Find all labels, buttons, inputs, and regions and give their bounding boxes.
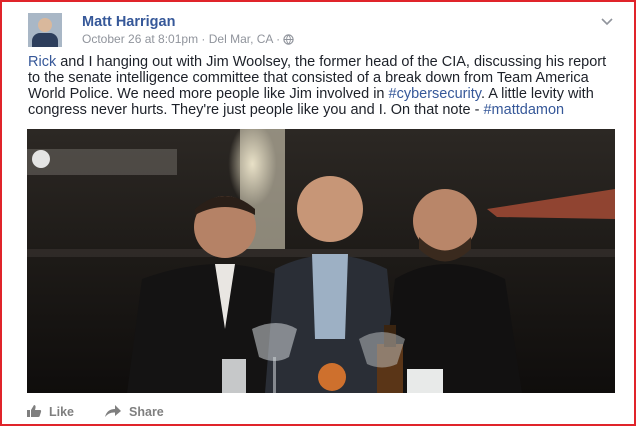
hashtag-link[interactable]: #cybersecurity xyxy=(389,86,481,102)
mention-link[interactable]: Rick xyxy=(28,54,56,70)
globe-icon xyxy=(283,34,295,48)
like-label: Like xyxy=(49,405,75,419)
post-photo[interactable] xyxy=(27,129,615,393)
post-card-frame: Matt Harrigan October 26 at 8:01pm · Del… xyxy=(0,0,636,426)
post-timestamp-location[interactable]: October 26 at 8:01pm · Del Mar, CA · xyxy=(82,32,283,46)
share-label: Share xyxy=(129,405,164,419)
post-actions-bar: Like Share xyxy=(26,402,194,422)
chevron-down-icon[interactable] xyxy=(600,14,614,26)
author-avatar[interactable] xyxy=(28,13,62,47)
post-body-text: Rick and I hanging out with Jim Woolsey,… xyxy=(28,54,618,118)
author-name-link[interactable]: Matt Harrigan xyxy=(82,14,175,30)
thumbs-up-icon xyxy=(26,404,49,421)
share-button[interactable]: Share xyxy=(104,404,164,421)
avatar-head-shape xyxy=(38,18,52,32)
like-button[interactable]: Like xyxy=(26,404,74,421)
hashtag-link[interactable]: #mattdamon xyxy=(483,102,564,118)
post-meta: October 26 at 8:01pm · Del Mar, CA · xyxy=(82,32,295,48)
avatar-body-shape xyxy=(32,33,58,47)
share-arrow-icon xyxy=(104,404,129,421)
